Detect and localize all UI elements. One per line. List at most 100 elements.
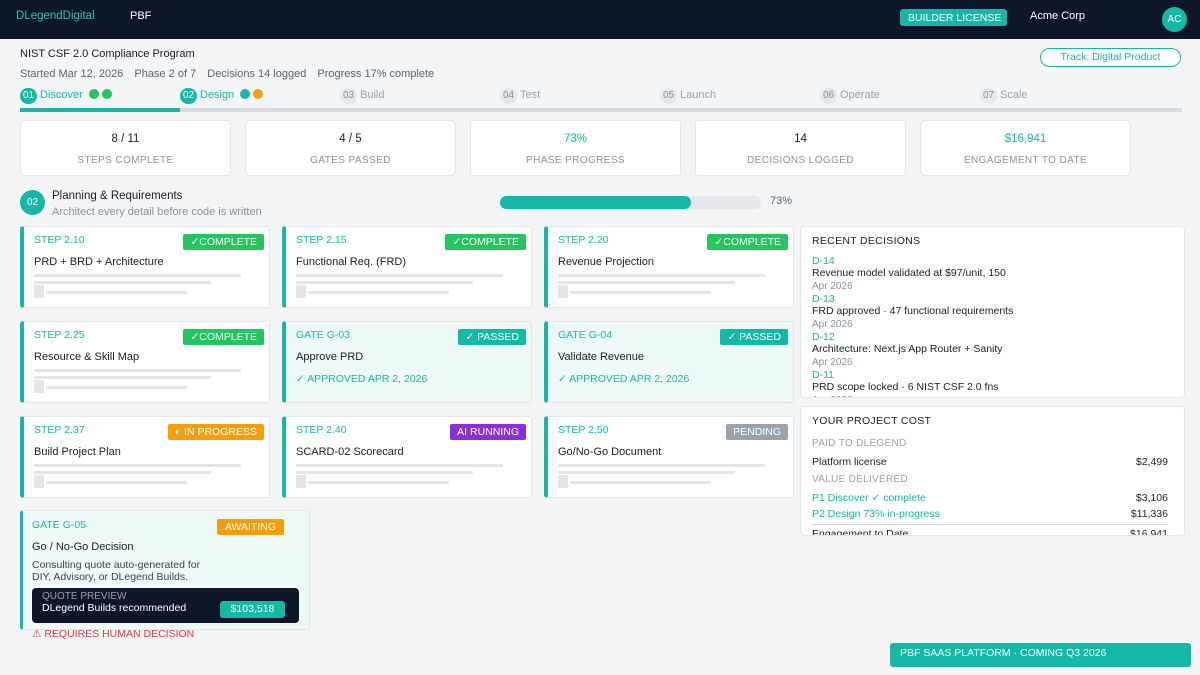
step-id: STEP 2.15 — [296, 234, 347, 246]
decision-id: D-12 — [812, 331, 835, 343]
p2-cost-label: P2 Design 73% in-progress — [812, 508, 940, 520]
step-card[interactable]: STEP 2.10 ✓COMPLETE PRD + BRD + Architectu… — [20, 226, 270, 308]
brand-logo[interactable]: DLegendDigital — [16, 10, 95, 22]
current-phase-subtitle: Architect every detail before code is wr… — [52, 206, 262, 218]
status-badge: PENDING — [726, 424, 788, 440]
approval-note: ✓ APPROVED APR 2, 2026 — [296, 373, 428, 385]
status-badge: ✓COMPLETE — [445, 234, 526, 250]
quote-price[interactable]: $103,518 — [220, 601, 285, 618]
phase-rail-progress — [20, 108, 180, 112]
value-section-label: VALUE DELIVERED — [812, 474, 909, 485]
placeholder-box — [34, 285, 44, 298]
step-card[interactable]: STEP 2.37 ◐ IN PROGRESS Build Project Plan — [20, 416, 270, 498]
status-badge: ✓COMPLETE — [707, 234, 788, 250]
placeholder-line — [34, 376, 211, 379]
awaiting-badge: AWAITING — [216, 519, 284, 535]
license-badge: BUILDER LICENSE — [900, 9, 1007, 26]
placeholder-box — [296, 285, 306, 298]
phase-step-launch[interactable]: 05 Launch — [660, 88, 716, 106]
quote-preview[interactable]: QUOTE PREVIEW DLegend Builds recommended… — [32, 588, 299, 623]
placeholder-box — [558, 285, 568, 298]
decision-date: Apr 2026 — [812, 394, 999, 397]
decision-item[interactable]: D-11 PRD scope locked · 6 NIST CSF 2.0 fn… — [812, 369, 999, 397]
top-bar: DLegendDigital PBF BUILDER LICENSE Acme … — [0, 0, 1200, 39]
step-title: SCARD-02 Scorecard — [296, 446, 404, 458]
started-date: Started Mar 12, 2026 — [20, 68, 124, 80]
placeholder-line — [308, 481, 449, 484]
step-id: STEP 2.20 — [558, 234, 609, 246]
decision-id: D-11 — [812, 369, 834, 381]
stat-card: 4 / 5 GATES PASSED — [245, 120, 456, 176]
step-title: Approve PRD — [296, 351, 364, 363]
p2-cost-amount: $11,336 — [1130, 508, 1168, 520]
decision-item[interactable]: D-13 FRD approved · 47 functional require… — [812, 293, 1013, 331]
org-name[interactable]: Acme Corp — [1030, 10, 1085, 22]
phase-step-design[interactable]: 02 Design — [180, 88, 264, 106]
placeholder-box — [34, 380, 44, 393]
program-title: NIST CSF 2.0 Compliance Program — [20, 48, 195, 60]
status-badge: AI RUNNING — [450, 424, 526, 440]
gate-g05-description: Consulting quote auto-generated for DIY,… — [32, 559, 201, 583]
placeholder-line — [570, 481, 711, 484]
decision-text: Revenue model validated at $97/unit, 150 — [812, 267, 1006, 279]
placeholder-line — [34, 464, 241, 467]
placeholder-line — [570, 291, 711, 294]
placeholder-line — [296, 274, 503, 277]
stat-label: PHASE PROGRESS — [526, 155, 625, 166]
gate-card[interactable]: GATE G-03 ✓ PASSED Approve PRD ✓ APPROVED A… — [282, 321, 532, 403]
p1-cost-amount: $3,106 — [1135, 492, 1168, 504]
phase-status-dot — [253, 89, 264, 99]
step-title: Build Project Plan — [34, 446, 121, 458]
phase-label: Discover — [40, 89, 83, 101]
decision-item[interactable]: D-14 Revenue model validated at $97/unit,… — [812, 255, 1006, 293]
stat-value: 73% — [563, 133, 588, 145]
phase-progress-label: 73% — [770, 195, 793, 207]
total-cost-amount: $16,941 — [1130, 528, 1168, 536]
stat-value: 8 / 11 — [111, 133, 140, 145]
phase-status-dot — [101, 89, 112, 99]
placeholder-line — [46, 481, 187, 484]
gate-g05-card[interactable]: GATE G-05 AWAITING Go / No-Go Decision C… — [20, 510, 310, 630]
placeholder-box — [558, 475, 568, 488]
placeholder-line — [308, 291, 449, 294]
step-title: Functional Req. (FRD) — [296, 256, 407, 268]
avatar[interactable]: AC — [1162, 7, 1187, 32]
step-card[interactable]: STEP 2.20 ✓COMPLETE Revenue Projection — [544, 226, 794, 308]
phase-number: 01 — [20, 88, 37, 104]
step-id: GATE G-03 — [296, 329, 351, 341]
project-cost-panel: YOUR PROJECT COST PAID TO DLEGEND Platfo… — [800, 406, 1185, 536]
stat-label: STEPS COMPLETE — [77, 155, 174, 166]
product-name[interactable]: PBF — [130, 10, 151, 22]
stat-value: 14 — [794, 133, 807, 145]
decision-item[interactable]: D-12 Architecture: Next.js App Router + S… — [812, 331, 1003, 369]
step-card[interactable]: STEP 2.50 PENDING Go/No-Go Document — [544, 416, 794, 498]
decision-date: Apr 2026 — [812, 281, 853, 292]
step-card[interactable]: STEP 2.25 ✓COMPLETE Resource & Skill Map — [20, 321, 270, 403]
stat-card: 73% PHASE PROGRESS — [470, 120, 681, 176]
phase-step-scale[interactable]: 07 Scale — [980, 88, 1028, 106]
saas-platform-banner[interactable]: PBF SAAS PLATFORM · COMING Q3 2026 — [890, 643, 1191, 667]
project-cost-title: YOUR PROJECT COST — [812, 415, 932, 427]
phase-label: Test — [520, 89, 541, 101]
track-button[interactable]: Track: Digital Product — [1040, 48, 1181, 67]
step-id: STEP 2.25 — [34, 329, 85, 341]
phase-number: 02 — [180, 88, 197, 104]
phase-label: Operate — [840, 89, 880, 101]
step-title: Revenue Projection — [558, 256, 655, 268]
placeholder-box — [34, 475, 44, 488]
decision-text: FRD approved · 47 functional requirement… — [812, 305, 1014, 317]
placeholder-line — [46, 386, 187, 389]
placeholder-line — [296, 471, 473, 474]
step-card[interactable]: STEP 2.40 AI RUNNING SCARD-02 Scorecard — [282, 416, 532, 498]
phase-number: 05 — [660, 88, 677, 104]
phase-number: 06 — [820, 88, 837, 104]
phase-step-build[interactable]: 03 Build — [340, 88, 384, 106]
phase-step-discover[interactable]: 01 Discover — [20, 88, 112, 106]
requires-decision-warning: ⚠ REQUIRES HUMAN DECISION — [32, 628, 195, 640]
phase-stepper: 01 Discover 02 Design 03 Build 04 Test 05 Launch 0… — [20, 88, 1182, 112]
gate-card[interactable]: GATE G-04 ✓ PASSED Validate Revenue ✓ APPRO… — [544, 321, 794, 403]
phase-label: Launch — [680, 89, 717, 101]
phase-step-test[interactable]: 04 Test — [500, 88, 540, 106]
phase-step-operate[interactable]: 06 Operate — [820, 88, 880, 106]
step-card[interactable]: STEP 2.15 ✓COMPLETE Functional Req. (FRD) — [282, 226, 532, 308]
